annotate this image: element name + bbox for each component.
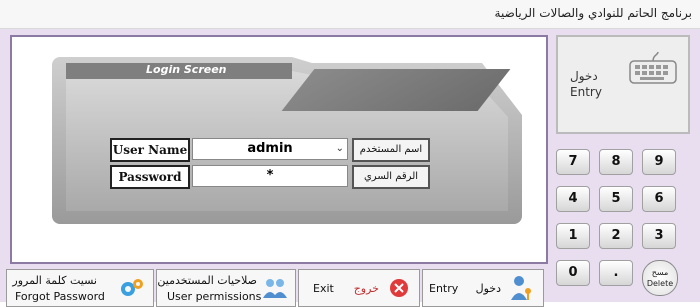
username-value: admin: [247, 141, 293, 156]
key-1[interactable]: 1: [556, 223, 590, 249]
exit-button[interactable]: Exit خروج: [298, 269, 420, 307]
login-header: Login Screen: [66, 63, 292, 79]
password-field[interactable]: *: [192, 165, 348, 187]
key-6[interactable]: 6: [642, 186, 676, 212]
key-4[interactable]: 4: [556, 186, 590, 212]
exit-label-en: Exit: [313, 282, 334, 295]
entry-button[interactable]: Entry دخول: [422, 269, 544, 307]
main-frame: Login Screen User Name admin ⌄ اسم المست…: [0, 29, 700, 307]
delete-button[interactable]: مسح Delete: [642, 260, 678, 296]
forgot-password-button[interactable]: نسيت كلمة المرور Forgot Password: [6, 269, 154, 307]
exit-label-ar: خروج: [353, 282, 379, 295]
key-0[interactable]: 0: [556, 260, 590, 286]
password-label: Password: [110, 165, 190, 189]
permissions-label-en: User permissions: [167, 290, 262, 303]
password-value: *: [266, 168, 274, 183]
delete-label-ar: مسح: [651, 268, 669, 277]
key-3[interactable]: 3: [642, 223, 676, 249]
keyboard-icon: [629, 51, 677, 84]
user-permissions-button[interactable]: صلاحيات المستخدمين User permissions: [156, 269, 296, 307]
login-panel: Login Screen User Name admin ⌄ اسم المست…: [10, 35, 548, 264]
username-field[interactable]: admin ⌄: [192, 138, 348, 160]
delete-label-en: Delete: [646, 279, 674, 288]
entry-button-label-en: Entry: [429, 282, 459, 295]
gears-icon: [121, 279, 143, 296]
entry-label-ar: دخول: [570, 69, 598, 83]
key-2[interactable]: 2: [599, 223, 633, 249]
key-5[interactable]: 5: [599, 186, 633, 212]
username-label-ar: اسم المستخدم: [352, 138, 430, 162]
entry-label-en: Entry: [570, 85, 602, 99]
password-label-ar: الرقم السري: [352, 165, 430, 189]
permissions-label-ar: صلاحيات المستخدمين: [157, 274, 257, 287]
forgot-label-ar: نسيت كلمة المرور: [12, 274, 97, 287]
key-9[interactable]: 9: [642, 149, 676, 175]
key-8[interactable]: 8: [599, 149, 633, 175]
chevron-down-icon[interactable]: ⌄: [336, 139, 344, 159]
key-dot[interactable]: .: [599, 260, 633, 286]
user-key-icon: [511, 276, 531, 300]
username-label: User Name: [110, 138, 190, 162]
title-bar: برنامج الحاتم للنوادي والصالات الرياضية: [0, 0, 700, 29]
window-title: برنامج الحاتم للنوادي والصالات الرياضية: [494, 6, 692, 20]
right-panel: دخول Entry 7 8 9 4 5 6 1 2 3 0 . مسح Del…: [548, 35, 696, 301]
close-icon: [390, 279, 408, 297]
key-7[interactable]: 7: [556, 149, 590, 175]
entry-keyboard-button[interactable]: دخول Entry: [556, 35, 690, 134]
forgot-label-en: Forgot Password: [15, 290, 105, 303]
entry-button-label-ar: دخول: [475, 282, 501, 295]
users-icon: [263, 279, 287, 298]
login-screen-title: Login Screen: [146, 63, 227, 76]
